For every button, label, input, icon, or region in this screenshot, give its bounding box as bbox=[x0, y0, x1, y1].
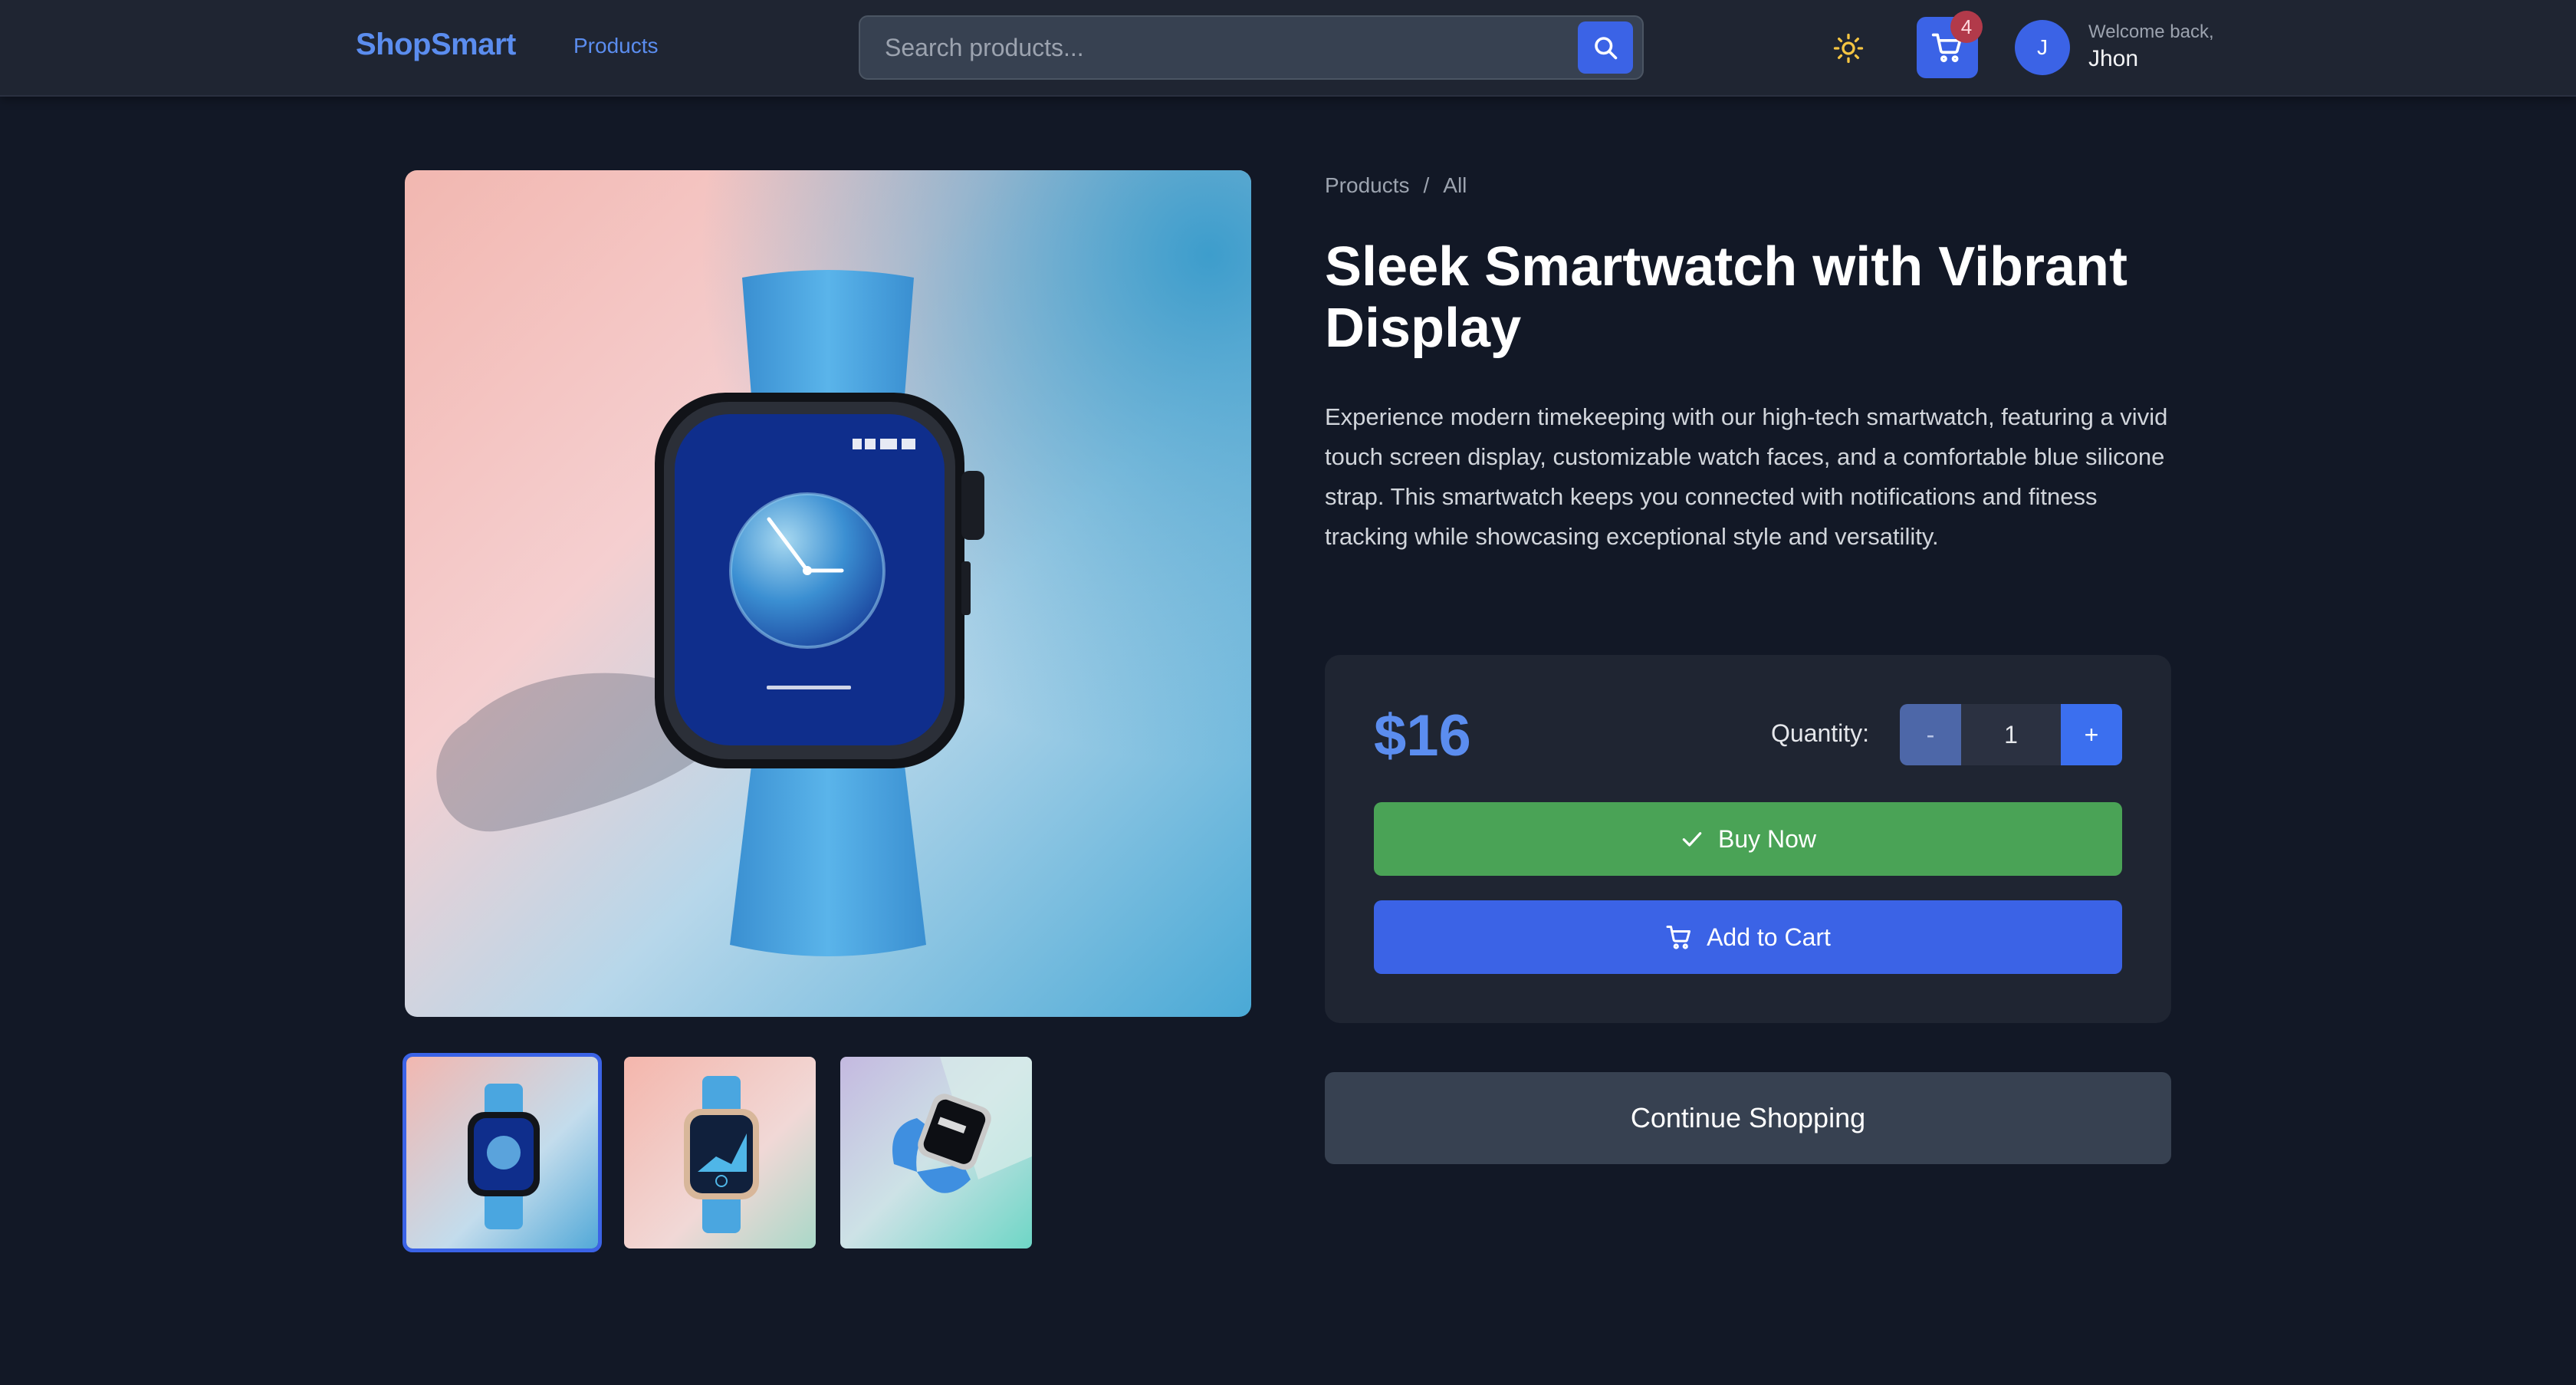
quantity-label: Quantity: bbox=[1771, 719, 1870, 747]
buy-now-button[interactable]: Buy Now bbox=[1374, 802, 2122, 876]
nav-products-link[interactable]: Products bbox=[573, 34, 659, 58]
cart-icon bbox=[1666, 926, 1691, 949]
theme-toggle-button[interactable] bbox=[1828, 28, 1869, 69]
logo[interactable]: ShopSmart bbox=[356, 28, 516, 62]
product-title: Sleek Smartwatch with Vibrant Display bbox=[1325, 236, 2128, 359]
search-button[interactable] bbox=[1578, 21, 1633, 74]
welcome-text: Welcome back, bbox=[2088, 21, 2214, 42]
cart-count-badge: 4 bbox=[1950, 11, 1983, 43]
breadcrumb: Products / All bbox=[1325, 173, 1467, 198]
search-input[interactable] bbox=[871, 25, 1561, 71]
main-product-image[interactable] bbox=[405, 170, 1251, 1017]
breadcrumb-item-products[interactable]: Products bbox=[1325, 173, 1410, 198]
quantity-increase-button[interactable]: + bbox=[2061, 704, 2122, 765]
add-to-cart-label: Add to Cart bbox=[1707, 923, 1831, 951]
breadcrumb-item-all[interactable]: All bbox=[1443, 173, 1467, 198]
search-icon bbox=[1595, 37, 1618, 60]
thumbnail-2[interactable] bbox=[624, 1057, 816, 1248]
purchase-card: $16 Quantity: - 1 + Buy Now Add to Cart bbox=[1325, 655, 2171, 1023]
avatar[interactable]: J bbox=[2015, 20, 2070, 75]
buy-now-label: Buy Now bbox=[1717, 824, 1817, 853]
continue-shopping-button[interactable]: Continue Shopping bbox=[1325, 1072, 2171, 1164]
product-price: $16 bbox=[1374, 703, 1471, 768]
quantity-stepper: - 1 + bbox=[1900, 704, 2122, 765]
thumbnail-1[interactable] bbox=[402, 1053, 602, 1252]
top-header: ShopSmart Products 4 bbox=[0, 0, 2576, 97]
quantity-decrease-button[interactable]: - bbox=[1900, 704, 1961, 765]
product-description: Experience modern timekeeping with our h… bbox=[1325, 403, 2168, 550]
add-to-cart-button[interactable]: Add to Cart bbox=[1374, 900, 2122, 974]
search-bar bbox=[859, 15, 1644, 80]
username: Jhon bbox=[2088, 46, 2139, 71]
check-icon bbox=[1682, 832, 1702, 847]
breadcrumb-separator: / bbox=[1423, 173, 1430, 197]
sun-icon bbox=[1833, 33, 1864, 64]
quantity-value[interactable]: 1 bbox=[1961, 704, 2061, 765]
thumbnail-3[interactable] bbox=[840, 1057, 1032, 1248]
